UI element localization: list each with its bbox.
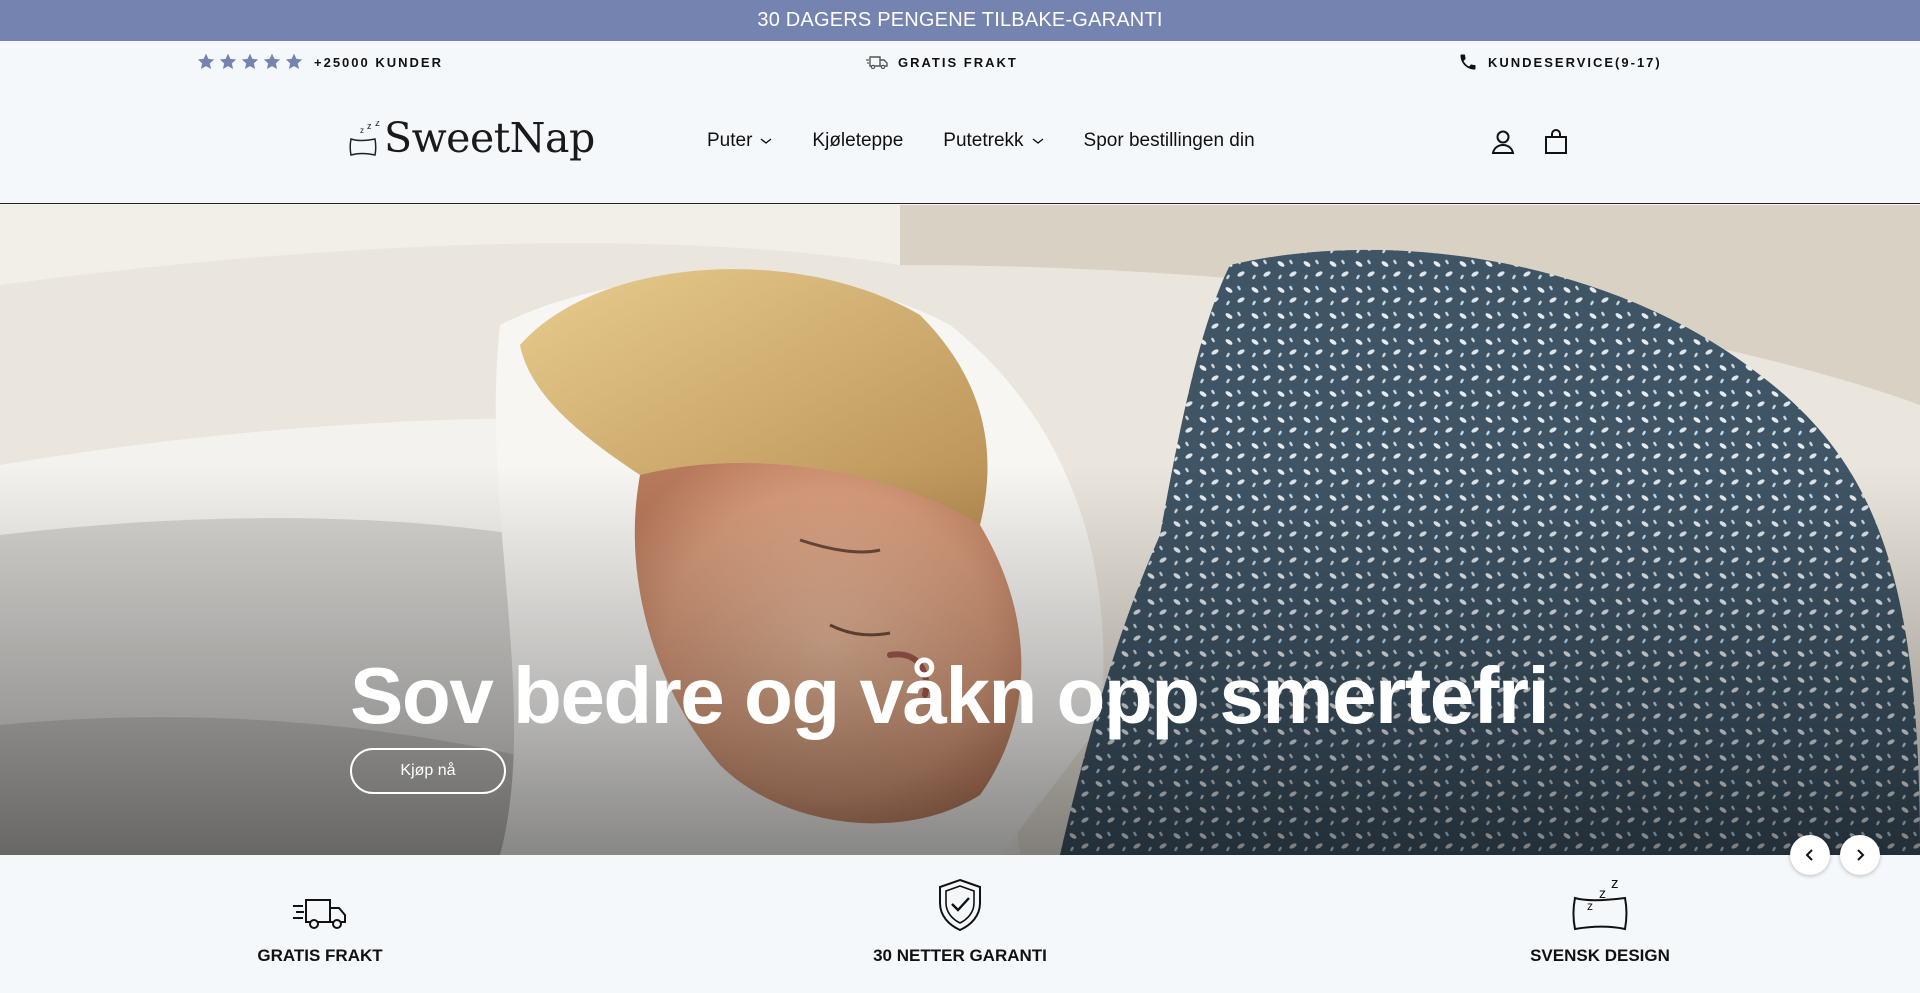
usp-customers-text: +25000 KUNDER [314, 54, 443, 70]
usp-customers: +25000 KUNDER [196, 51, 443, 73]
hero-banner: Sov bedre og våkn opp smertefri Kjøp nå [0, 205, 1920, 855]
cart-icon [1545, 129, 1567, 154]
user-icon [1491, 130, 1515, 154]
usp-shipping: GRATIS FRAKT [866, 51, 1018, 73]
chevron-down-icon [760, 138, 772, 144]
nav-item-putetrekk[interactable]: Putetrekk [943, 130, 1043, 152]
pillow-icon: z z z [1572, 876, 1628, 931]
feature-strip: GRATIS FRAKT 30 NETTER GARANTI z z z SVE… [0, 856, 1920, 993]
shop-now-button[interactable]: Kjøp nå [350, 748, 506, 794]
cart-button[interactable] [1543, 128, 1569, 156]
main-nav: Puter Kjøleteppe Putetrekk Spor bestilli… [707, 130, 1295, 152]
feature-label: 30 NETTER GARANTI [873, 946, 1047, 965]
star-icon [263, 53, 281, 69]
feature-label: SVENSK DESIGN [1530, 946, 1670, 965]
pillow-logo-icon: z z z [349, 121, 380, 156]
hero-overlay [0, 205, 1920, 855]
chevron-down-icon [1032, 138, 1043, 144]
usp-service: KUNDESERVICE(9-17) [1458, 51, 1662, 73]
star-icon [219, 53, 237, 69]
nav-item-kjoleteppe[interactable]: Kjøleteppe [812, 130, 903, 152]
shield-check-icon [939, 878, 981, 932]
usp-bar: +25000 KUNDER GRATIS FRAKT KUNDESERVICE(… [0, 41, 1920, 82]
feature-swedish-design: z z z SVENSK DESIGN [1450, 874, 1750, 966]
feature-free-shipping: GRATIS FRAKT [170, 874, 470, 966]
nav-item-label: Putetrekk [943, 130, 1024, 151]
svg-text:z: z [367, 121, 372, 131]
truck-icon [293, 899, 346, 929]
star-icon [197, 53, 215, 69]
svg-text:z: z [1599, 885, 1606, 901]
feature-guarantee: 30 NETTER GARANTI [810, 874, 1110, 966]
hero-title: Sov bedre og våkn opp smertefri [350, 651, 1550, 740]
logo-link[interactable]: z z z SweetNap [348, 118, 595, 159]
nav-item-label: Puter [707, 130, 753, 151]
nav-item-label: Spor bestillingen din [1083, 130, 1255, 151]
account-button[interactable] [1490, 128, 1516, 156]
svg-text:z: z [1611, 876, 1619, 892]
usp-shipping-text: GRATIS FRAKT [898, 54, 1018, 70]
site-header: z z z SweetNap Puter Kjøleteppe Putetrek… [0, 82, 1920, 204]
star-icon [241, 53, 259, 69]
nav-item-puter[interactable]: Puter [707, 130, 772, 152]
star-icon [285, 53, 303, 69]
svg-text:z: z [375, 121, 380, 129]
nav-item-label: Kjøleteppe [812, 130, 904, 151]
feature-label: GRATIS FRAKT [257, 946, 383, 965]
usp-service-text: KUNDESERVICE(9-17) [1488, 54, 1662, 70]
svg-text:z: z [360, 126, 364, 135]
svg-text:z: z [1587, 899, 1593, 913]
announcement-bar: 30 DAGERS PENGENE TILBAKE-GARANTI [0, 0, 1920, 41]
rating-stars [196, 52, 304, 72]
logo-text: SweetNap [384, 114, 595, 162]
truck-icon [866, 56, 888, 69]
phone-icon [1460, 54, 1476, 70]
nav-item-spor-bestilling[interactable]: Spor bestillingen din [1084, 130, 1255, 152]
announcement-text: 30 DAGERS PENGENE TILBAKE-GARANTI [757, 9, 1163, 31]
